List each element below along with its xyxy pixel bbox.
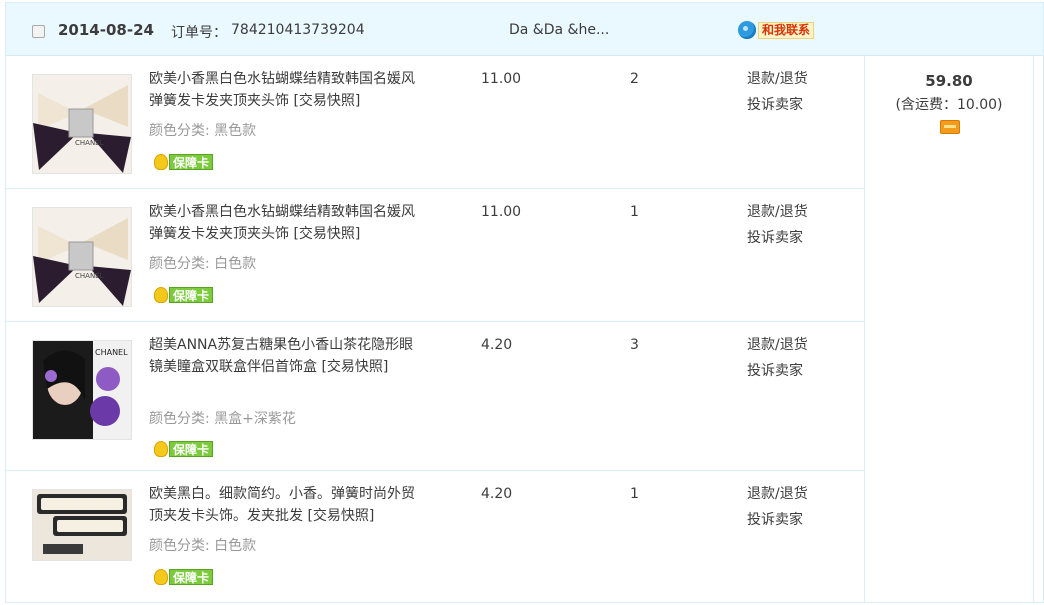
guarantee-badge-label: 保障卡 <box>169 441 214 457</box>
guarantee-badge-label: 保障卡 <box>169 569 214 585</box>
bulb-icon <box>154 154 168 170</box>
product-title-link[interactable]: 超美ANNA苏复古糖果色小香山茶花隐形眼镜美瞳盒双联盒伴侣首饰盒 [交易快照] <box>149 334 424 378</box>
guarantee-badge[interactable]: 保障卡 <box>154 567 214 587</box>
product-thumbnail[interactable]: CHANEL <box>32 340 132 440</box>
svg-text:CHANEL: CHANEL <box>75 139 104 147</box>
order-item-row: CHANEL 欧美小香黑白色水钻蝴蝶结精致韩国名媛风弹簧发卡发夹顶夹头饰 [交易… <box>6 56 864 189</box>
product-attribute: 颜色分类: 黑色款 <box>149 123 257 139</box>
payment-card-icon[interactable] <box>940 120 960 134</box>
contact-seller-button[interactable]: 和我联系 <box>738 20 815 40</box>
bow-hairclip-image: CHANEL <box>33 208 131 306</box>
unit-price: 4.20 <box>481 486 513 502</box>
model-with-flowers-image: CHANEL <box>33 341 131 439</box>
wangwang-chat-icon <box>738 21 756 39</box>
guarantee-badge[interactable]: 保障卡 <box>154 285 214 305</box>
item-actions: 退款/退货 投诉卖家 <box>747 481 808 533</box>
order-date: 2014-08-24 <box>58 21 154 39</box>
seller-name[interactable]: Da &Da &he... <box>509 22 609 38</box>
order-item-row: CHANEL 超美ANNA苏复古糖果色小香山茶花隐形眼镜美瞳盒双联盒伴侣首饰盒 … <box>6 322 864 471</box>
complain-seller-link[interactable]: 投诉卖家 <box>747 225 808 251</box>
unit-price: 11.00 <box>481 71 522 87</box>
product-title-link[interactable]: 欧美小香黑白色水钻蝴蝶结精致韩国名媛风弹簧发卡发夹顶夹头饰 [交易快照] <box>149 68 424 112</box>
order-total-amount: 59.80 <box>925 72 973 90</box>
guarantee-badge[interactable]: 保障卡 <box>154 439 214 459</box>
item-actions: 退款/退货 投诉卖家 <box>747 332 808 384</box>
unit-price: 11.00 <box>481 204 522 220</box>
order-select-checkbox[interactable] <box>32 25 45 38</box>
product-attribute: 颜色分类: 白色款 <box>149 538 257 554</box>
svg-text:CHANEL: CHANEL <box>75 272 104 280</box>
complain-seller-link[interactable]: 投诉卖家 <box>747 92 808 118</box>
complain-seller-link[interactable]: 投诉卖家 <box>747 507 808 533</box>
quantity: 2 <box>630 71 639 87</box>
item-actions: 退款/退货 投诉卖家 <box>747 199 808 251</box>
guarantee-badge-label: 保障卡 <box>169 287 214 303</box>
unit-price: 4.20 <box>481 337 513 353</box>
order-total-cell: 59.80 (含运费：10.00) <box>864 56 1034 602</box>
refund-return-link[interactable]: 退款/退货 <box>747 481 808 507</box>
svg-text:CHANEL: CHANEL <box>95 348 128 357</box>
product-thumbnail[interactable]: CHANEL <box>32 74 132 174</box>
bulb-icon <box>154 287 168 303</box>
product-attribute: 颜色分类: 白色款 <box>149 256 257 272</box>
guarantee-badge-label: 保障卡 <box>169 154 214 170</box>
item-actions: 退款/退货 投诉卖家 <box>747 66 808 118</box>
hair-clip-image <box>33 490 131 560</box>
contact-seller-label: 和我联系 <box>758 21 815 39</box>
order-header: 2014-08-24 订单号： 784210413739204 Da &Da &… <box>6 3 1043 56</box>
shipping-fee-note: (含运费：10.00) <box>895 97 1003 113</box>
guarantee-badge[interactable]: 保障卡 <box>154 152 214 172</box>
product-thumbnail[interactable]: CHANEL <box>32 207 132 307</box>
bow-hairclip-image: CHANEL <box>33 75 131 173</box>
quantity: 1 <box>630 204 639 220</box>
product-title-link[interactable]: 欧美小香黑白色水钻蝴蝶结精致韩国名媛风弹簧发卡发夹顶夹头饰 [交易快照] <box>149 201 424 245</box>
complain-seller-link[interactable]: 投诉卖家 <box>747 358 808 384</box>
order-number-label: 订单号： <box>171 25 227 41</box>
order-item-row: CHANEL 欧美小香黑白色水钻蝴蝶结精致韩国名媛风弹簧发卡发夹顶夹头饰 [交易… <box>6 189 864 322</box>
quantity: 1 <box>630 486 639 502</box>
refund-return-link[interactable]: 退款/退货 <box>747 199 808 225</box>
refund-return-link[interactable]: 退款/退货 <box>747 332 808 358</box>
bulb-icon <box>154 441 168 457</box>
product-title-link[interactable]: 欧美黑白。细款简约。小香。弹簧时尚外贸顶夹发卡头饰。发夹批发 [交易快照] <box>149 483 424 527</box>
bulb-icon <box>154 569 168 585</box>
order-card: 2014-08-24 订单号： 784210413739204 Da &Da &… <box>5 2 1044 603</box>
order-number: 784210413739204 <box>231 22 365 38</box>
product-thumbnail[interactable] <box>32 489 132 561</box>
refund-return-link[interactable]: 退款/退货 <box>747 66 808 92</box>
product-attribute: 颜色分类: 黑盒+深紫花 <box>149 411 296 427</box>
order-item-row: 欧美黑白。细款简约。小香。弹簧时尚外贸顶夹发卡头饰。发夹批发 [交易快照] 颜色… <box>6 471 864 602</box>
quantity: 3 <box>630 337 639 353</box>
